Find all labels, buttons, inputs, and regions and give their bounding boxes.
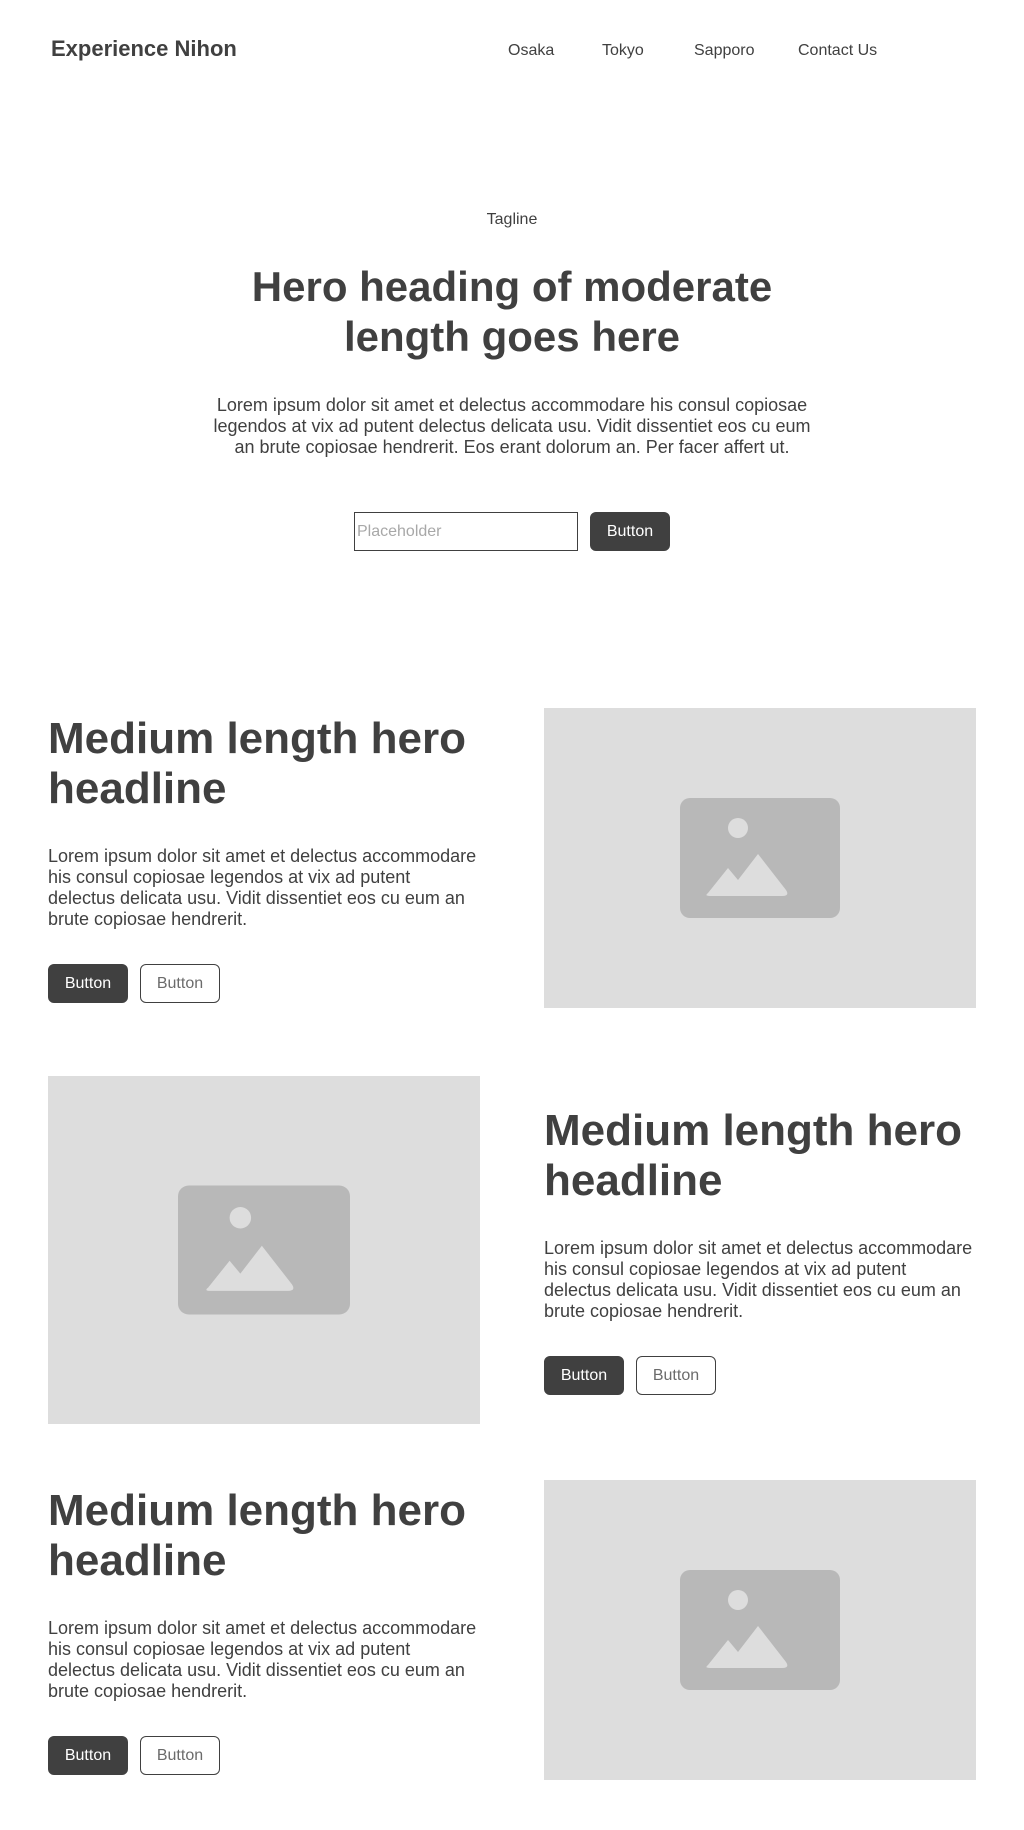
feature-2-image (48, 1076, 480, 1424)
nav-link-osaka[interactable]: Osaka (508, 42, 554, 60)
brand-logo-text[interactable]: Experience Nihon (51, 36, 237, 62)
hero-heading: Hero heading of moderate length goes her… (251, 263, 773, 360)
image-placeholder-icon (680, 1570, 840, 1690)
feature-3-secondary-button[interactable]: Button (140, 1736, 220, 1775)
hero-tagline: Tagline (486, 211, 538, 228)
hero-email-input[interactable] (354, 512, 578, 551)
feature-3-body: Lorem ipsum dolor sit amet et delectus a… (48, 1618, 477, 1701)
hero-submit-button[interactable]: Button (590, 512, 670, 551)
feature-2-primary-button[interactable]: Button (544, 1356, 624, 1395)
feature-3-image (544, 1480, 976, 1780)
feature-1-primary-button[interactable]: Button (48, 964, 128, 1003)
feature-2-title: Medium length hero headline (544, 1106, 962, 1205)
nav-link-contact-us[interactable]: Contact Us (798, 42, 877, 60)
feature-2-secondary-button[interactable]: Button (636, 1356, 716, 1395)
feature-1-secondary-button[interactable]: Button (140, 964, 220, 1003)
image-placeholder-icon (680, 798, 840, 918)
nav-link-sapporo[interactable]: Sapporo (694, 42, 755, 60)
feature-1-title: Medium length hero headline (48, 714, 466, 813)
hero-body-text: Lorem ipsum dolor sit amet et delectus a… (213, 395, 811, 457)
feature-1-image (544, 708, 976, 1008)
feature-2-body: Lorem ipsum dolor sit amet et delectus a… (544, 1238, 973, 1321)
feature-1-body: Lorem ipsum dolor sit amet et delectus a… (48, 846, 477, 929)
feature-3-title: Medium length hero headline (48, 1486, 466, 1585)
site-header: Experience Nihon Osaka Tokyo Sapporo Con… (0, 0, 1024, 104)
image-placeholder-icon (178, 1185, 350, 1315)
feature-3-primary-button[interactable]: Button (48, 1736, 128, 1775)
nav-link-tokyo[interactable]: Tokyo (602, 42, 644, 60)
